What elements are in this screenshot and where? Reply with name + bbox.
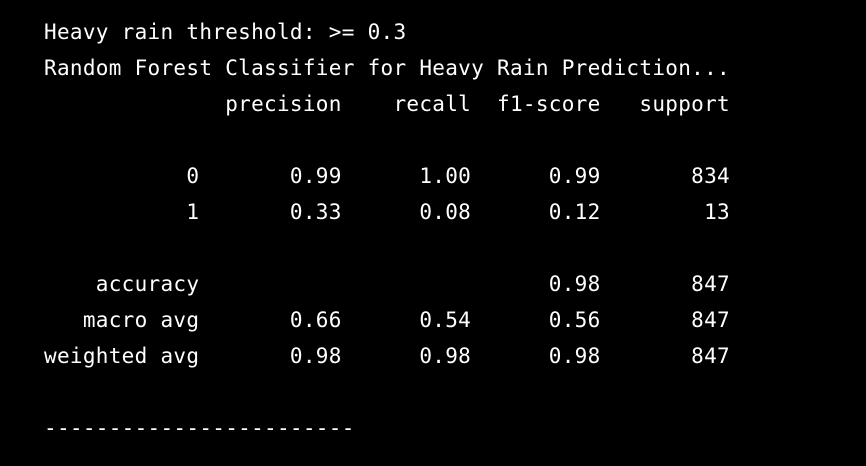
macro-avg-row: macro avg 0.66 0.54 0.56 847 [44,308,730,332]
accuracy-row: accuracy 0.98 847 [44,272,730,296]
class-0-row: 0 0.99 1.00 0.99 834 [44,164,730,188]
threshold-line: Heavy rain threshold: >= 0.3 [44,20,407,44]
weighted-avg-row: weighted avg 0.98 0.98 0.98 847 [44,344,730,368]
report-header-line: precision recall f1-score support [44,92,730,116]
terminal-output: Heavy rain threshold: >= 0.3 Random Fore… [0,0,866,466]
separator-line: ------------------------ [44,416,355,440]
classifier-title-line: Random Forest Classifier for Heavy Rain … [44,56,730,80]
class-1-row: 1 0.33 0.08 0.12 13 [44,200,730,224]
